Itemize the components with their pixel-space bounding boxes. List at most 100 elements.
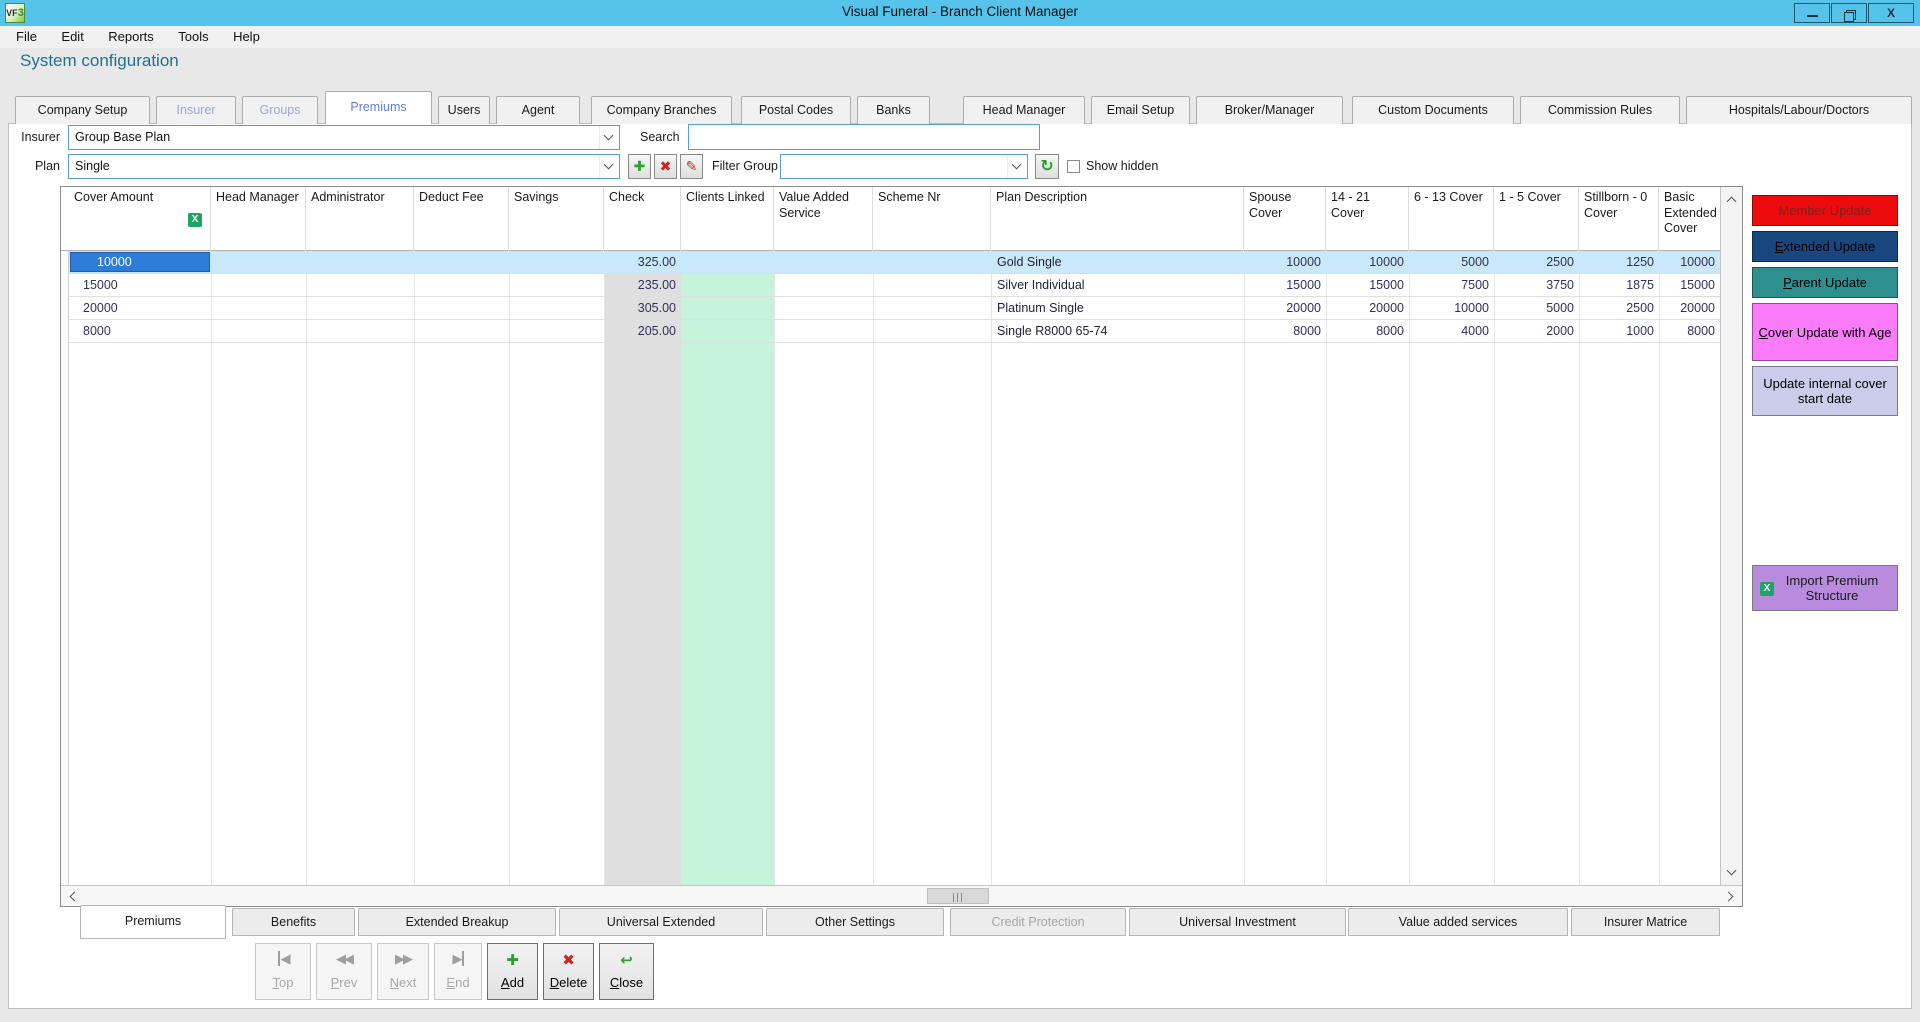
cell-check[interactable]: 235.00 — [604, 274, 681, 296]
bottom-tab-extended-breakup[interactable]: Extended Breakup — [358, 908, 556, 936]
cell-6-13-cover[interactable]: 4000 — [1409, 320, 1494, 342]
delete-record-button[interactable]: ✖ Delete — [543, 943, 594, 1000]
cell-6-13-cover[interactable]: 5000 — [1409, 251, 1494, 273]
tab-agent[interactable]: Agent — [496, 96, 580, 124]
cell-spouse-cover[interactable]: 20000 — [1244, 297, 1326, 319]
cell-basic-extended-cover[interactable]: 8000 — [1659, 320, 1720, 342]
bottom-tab-benefits[interactable]: Benefits — [232, 908, 355, 936]
col-header-head-manager[interactable]: Head Manager — [211, 187, 306, 251]
minimize-button[interactable] — [1794, 3, 1830, 23]
delete-plan-button[interactable]: ✖ — [654, 154, 677, 179]
tab-company-setup[interactable]: Company Setup — [15, 96, 150, 124]
cell-plan-description[interactable]: Single R8000 65-74 — [991, 320, 1244, 342]
restore-button[interactable] — [1831, 3, 1867, 23]
vertical-scrollbar[interactable] — [1720, 187, 1742, 885]
tab-premiums[interactable]: Premiums — [325, 91, 432, 124]
cell-stillborn-0-cover[interactable]: 1000 — [1579, 320, 1659, 342]
tab-banks[interactable]: Banks — [857, 96, 930, 124]
update-internal-cover-start-date-button[interactable]: Update internal cover start date — [1752, 366, 1898, 416]
parent-update-button[interactable]: Parent Update — [1752, 267, 1898, 298]
horizontal-scrollbar[interactable] — [61, 885, 1742, 906]
tab-email-setup[interactable]: Email Setup — [1091, 96, 1190, 124]
add-record-button[interactable]: ✚ Add — [487, 943, 538, 1000]
table-row[interactable]: 15000 235.00 Silver Individual 15000 150… — [69, 274, 1720, 297]
cell-spouse-cover[interactable]: 10000 — [1244, 251, 1326, 273]
menu-tools[interactable]: Tools — [168, 26, 218, 47]
bottom-tab-universal-extended[interactable]: Universal Extended — [559, 908, 763, 936]
selected-cell-cover-amount[interactable]: 10000 — [70, 252, 210, 272]
cell-cover-amount[interactable]: 20000 — [69, 297, 211, 319]
close-form-button[interactable]: ↩ Close — [599, 943, 654, 1000]
tab-commission-rules[interactable]: Commission Rules — [1520, 96, 1680, 124]
add-plan-button[interactable]: ✚ — [628, 154, 651, 179]
scroll-down-icon[interactable] — [1724, 865, 1740, 881]
col-header-savings[interactable]: Savings — [509, 187, 604, 251]
chevron-down-icon[interactable] — [1007, 155, 1027, 178]
cell-14-21-cover[interactable]: 15000 — [1326, 274, 1409, 296]
cell-stillborn-0-cover[interactable]: 2500 — [1579, 297, 1659, 319]
tab-hospitals-labour-doctors[interactable]: Hospitals/Labour/Doctors — [1686, 96, 1912, 124]
menu-edit[interactable]: Edit — [51, 26, 93, 47]
cell-1-5-cover[interactable]: 2000 — [1494, 320, 1579, 342]
col-header-deduct-fee[interactable]: Deduct Fee — [414, 187, 509, 251]
tab-custom-documents[interactable]: Custom Documents — [1352, 96, 1514, 124]
edit-plan-button[interactable]: ✎ — [680, 154, 703, 179]
col-header-14-21-cover[interactable]: 14 - 21 Cover — [1326, 187, 1409, 251]
bottom-tab-value-added-services[interactable]: Value added services — [1348, 908, 1568, 936]
col-header-administrator[interactable]: Administrator — [306, 187, 414, 251]
bottom-tab-other-settings[interactable]: Other Settings — [766, 908, 944, 936]
cell-stillborn-0-cover[interactable]: 1250 — [1579, 251, 1659, 273]
extended-update-button[interactable]: Extended Update — [1752, 231, 1898, 262]
import-premium-structure-button[interactable]: X Import Premium Structure — [1752, 565, 1898, 611]
plan-dropdown[interactable]: Single — [68, 154, 620, 179]
col-header-spouse-cover[interactable]: Spouse Cover — [1244, 187, 1326, 251]
menu-help[interactable]: Help — [223, 26, 270, 47]
col-header-basic-extended-cover[interactable]: Basic Extended Cover — [1659, 187, 1720, 251]
cell-basic-extended-cover[interactable]: 15000 — [1659, 274, 1720, 296]
col-header-plan-description[interactable]: Plan Description — [991, 187, 1244, 251]
cell-check[interactable]: 305.00 — [604, 297, 681, 319]
cell-1-5-cover[interactable]: 5000 — [1494, 297, 1579, 319]
table-row[interactable]: 10000 325.00 Gold Single 10000 10000 500… — [69, 251, 1720, 274]
insurer-dropdown[interactable]: Group Base Plan — [68, 125, 620, 150]
menu-reports[interactable]: Reports — [98, 26, 164, 47]
col-header-cover-amount[interactable]: Cover Amount X — [69, 187, 211, 251]
cell-6-13-cover[interactable]: 7500 — [1409, 274, 1494, 296]
cell-1-5-cover[interactable]: 2500 — [1494, 251, 1579, 273]
chevron-down-icon[interactable] — [599, 155, 619, 178]
tab-broker-manager[interactable]: Broker/Manager — [1196, 96, 1343, 124]
chevron-down-icon[interactable] — [599, 126, 619, 149]
cell-plan-description[interactable]: Silver Individual — [991, 274, 1244, 296]
bottom-tab-insurer-matrice[interactable]: Insurer Matrice — [1571, 908, 1720, 936]
cell-14-21-cover[interactable]: 20000 — [1326, 297, 1409, 319]
menu-file[interactable]: File — [6, 26, 47, 47]
table-row[interactable]: 8000 205.00 Single R8000 65-74 8000 8000… — [69, 320, 1720, 343]
tab-company-branches[interactable]: Company Branches — [591, 96, 732, 124]
col-header-1-5-cover[interactable]: 1 - 5 Cover — [1494, 187, 1579, 251]
search-input[interactable] — [688, 124, 1040, 150]
cell-check[interactable]: 205.00 — [604, 320, 681, 342]
show-hidden-checkbox[interactable] — [1067, 160, 1080, 173]
cell-spouse-cover[interactable]: 15000 — [1244, 274, 1326, 296]
col-header-value-added-service[interactable]: Value Added Service — [774, 187, 873, 251]
tab-head-manager[interactable]: Head Manager — [963, 96, 1085, 124]
cell-cover-amount[interactable]: 15000 — [69, 274, 211, 296]
tab-insurer[interactable]: Insurer — [156, 96, 236, 124]
scroll-up-icon[interactable] — [1724, 192, 1740, 208]
col-header-scheme-nr[interactable]: Scheme Nr — [873, 187, 991, 251]
bottom-tab-universal-investment[interactable]: Universal Investment — [1129, 908, 1346, 936]
tab-users[interactable]: Users — [438, 96, 490, 124]
cell-1-5-cover[interactable]: 3750 — [1494, 274, 1579, 296]
cell-plan-description[interactable]: Platinum Single — [991, 297, 1244, 319]
cover-update-with-age-button[interactable]: Cover Update with Age — [1752, 303, 1898, 361]
cell-check[interactable]: 325.00 — [604, 251, 681, 273]
refresh-button[interactable]: ↻ — [1035, 154, 1059, 179]
col-header-6-13-cover[interactable]: 6 - 13 Cover — [1409, 187, 1494, 251]
cell-14-21-cover[interactable]: 10000 — [1326, 251, 1409, 273]
member-update-button[interactable]: Member Update — [1752, 195, 1898, 226]
scroll-left-icon[interactable] — [65, 888, 81, 904]
col-header-clients-linked[interactable]: Clients Linked — [681, 187, 774, 251]
cell-basic-extended-cover[interactable]: 10000 — [1659, 251, 1720, 273]
cell-plan-description[interactable]: Gold Single — [991, 251, 1244, 273]
scroll-right-icon[interactable] — [1722, 888, 1738, 904]
